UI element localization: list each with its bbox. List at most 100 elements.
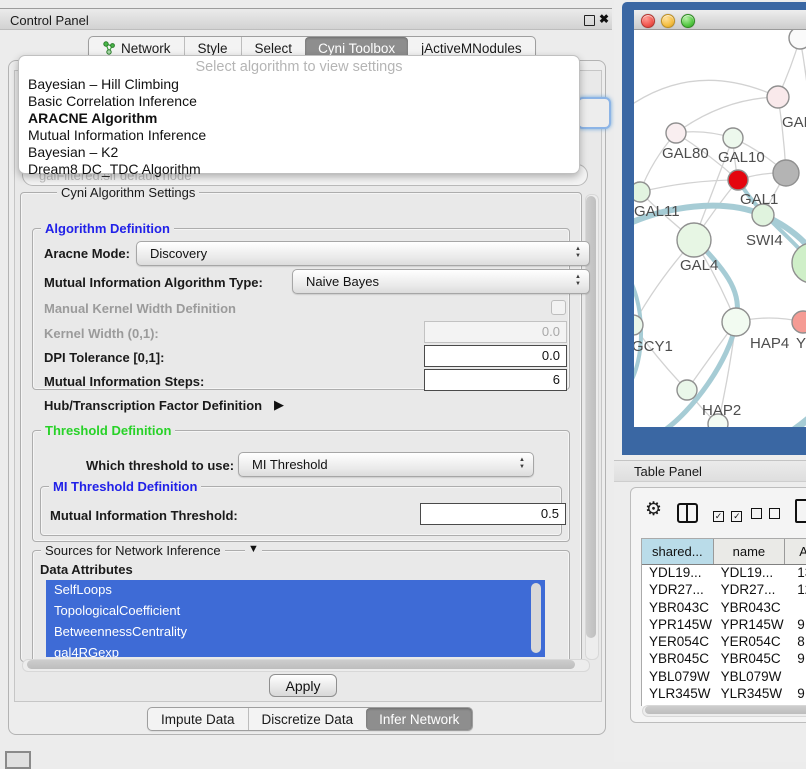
node-hap4[interactable] <box>722 308 750 336</box>
node-label: HAP2 <box>702 402 741 419</box>
attributes-vscroll-thumb[interactable] <box>531 583 541 653</box>
node-label: GAL11 <box>634 203 680 220</box>
spinner-arrows-icon: ▲▼ <box>519 457 525 471</box>
spinner-arrows-icon: ▲▼ <box>575 246 581 260</box>
list-item[interactable]: gal4RGexp <box>46 643 545 657</box>
node-large-green[interactable] <box>792 243 806 283</box>
float-window-icon[interactable] <box>584 15 595 26</box>
column-header-shared-name[interactable]: shared... <box>642 539 714 564</box>
menu-item[interactable]: Mutual Information Inference <box>19 126 579 143</box>
tab-discretize-data-label: Discretize Data <box>262 712 354 727</box>
table-panel-title: Table Panel <box>634 464 702 479</box>
apply-button[interactable]: Apply <box>269 674 337 697</box>
close-traffic-light[interactable] <box>641 14 655 28</box>
tab-infer-network[interactable]: Infer Network <box>366 708 472 730</box>
node-gray[interactable] <box>773 160 799 186</box>
mi-steps-label: Mutual Information Steps: <box>44 374 204 389</box>
minimize-traffic-light[interactable] <box>661 14 675 28</box>
table-row[interactable]: YPR145W YPR145W 9. <box>642 617 806 634</box>
control-panel-titlebar: Control Panel ✖ <box>0 8 612 30</box>
menu-item[interactable]: Bayesian – K2 <box>19 143 579 160</box>
mi-threshold-field[interactable]: 0.5 <box>420 503 566 525</box>
node-label: Y <box>796 335 806 352</box>
table-hscroll-thumb[interactable] <box>645 706 806 714</box>
tab-infer-network-label: Infer Network <box>379 712 459 727</box>
node-gal4[interactable] <box>677 223 711 257</box>
tab-impute-data[interactable]: Impute Data <box>148 708 248 730</box>
expand-down-icon[interactable]: ▼ <box>245 543 262 555</box>
network-window-titlebar[interactable] <box>634 10 806 30</box>
dpi-tolerance-field[interactable]: 0.0 <box>424 345 567 367</box>
node-gal-partial[interactable] <box>767 86 789 108</box>
mi-type-combo[interactable]: Naive Bayes ▲▼ <box>292 269 590 294</box>
list-item[interactable]: TopologicalCoefficient <box>46 601 545 622</box>
hub-definition-label[interactable]: Hub/Transcription Factor Definition <box>44 398 262 413</box>
data-attributes-label: Data Attributes <box>40 562 133 577</box>
collapse-right-icon[interactable]: ▶ <box>274 397 284 413</box>
column-header-name[interactable]: name <box>714 539 786 564</box>
table-subwindow: ⚙ ✓ ✓ shared... name A YDL19... YDL19...… <box>630 487 806 723</box>
collapsed-panel-button[interactable] <box>5 751 31 769</box>
table-row[interactable]: YBL079W YBL079W <box>642 669 806 686</box>
spinner-arrows-icon: ▲▼ <box>575 274 581 288</box>
table-row[interactable]: YBR045C YBR045C 9. <box>642 651 806 668</box>
node-table: shared... name A YDL19... YDL19... 13 YD… <box>641 538 806 706</box>
tab-impute-data-label: Impute Data <box>161 712 235 727</box>
manual-kernel-label: Manual Kernel Width Definition <box>44 301 236 316</box>
table-row[interactable]: YBR043C YBR043C <box>642 600 806 617</box>
mi-type-value: Naive Bayes <box>306 274 379 289</box>
tab-discretize-data[interactable]: Discretize Data <box>248 708 367 730</box>
select-all-checks-icon[interactable]: ✓ ✓ <box>713 506 742 524</box>
network-icon <box>102 41 116 55</box>
node-unlabeled-top[interactable] <box>789 30 806 49</box>
table-row[interactable]: YDR27... YDR27... 12 <box>642 582 806 599</box>
network-canvas[interactable]: GAL GAL80 GAL10 GAL1 GAL11 SWI4 GAL4 GCY… <box>634 30 806 427</box>
new-table-icon[interactable] <box>795 499 806 523</box>
node-gal10[interactable] <box>723 128 743 148</box>
node-gal1-selected[interactable] <box>728 170 748 190</box>
node-label: GAL4 <box>680 257 718 274</box>
manual-kernel-checkbox[interactable] <box>551 300 566 315</box>
aracne-mode-label: Aracne Mode: <box>44 246 130 261</box>
aracne-mode-value: Discovery <box>150 246 207 261</box>
algorithm-popup: Select algorithm to view settings Bayesi… <box>18 55 580 174</box>
table-row[interactable]: YDL19... YDL19... 13 <box>642 565 806 582</box>
aracne-mode-combo[interactable]: Discovery ▲▼ <box>136 241 590 266</box>
tab-select-label: Select <box>255 41 293 56</box>
threshold-definition-title: Threshold Definition <box>41 423 175 438</box>
zoom-traffic-light[interactable] <box>681 14 695 28</box>
menu-item-selected[interactable]: ARACNE Algorithm <box>19 109 579 126</box>
cyni-algorithm-settings-title: Cyni Algorithm Settings <box>57 185 199 200</box>
menu-item[interactable]: Basic Correlation Inference <box>19 92 579 109</box>
node-gal11[interactable] <box>634 182 650 202</box>
tab-network-label: Network <box>121 41 171 56</box>
node-gal80[interactable] <box>666 123 686 143</box>
list-item[interactable]: BetweennessCentrality <box>46 622 545 643</box>
sources-title: Sources for Network Inference <box>41 543 225 558</box>
mi-threshold-label: Mutual Information Threshold: <box>50 508 238 523</box>
settings-hscroll-thumb[interactable] <box>27 660 575 669</box>
kernel-width-field[interactable]: 0.0 <box>424 321 567 343</box>
menu-item[interactable]: Dream8 DC_TDC Algorithm <box>19 160 579 177</box>
which-threshold-combo[interactable]: MI Threshold ▲▼ <box>238 452 534 477</box>
node-label: GAL1 <box>740 191 778 208</box>
list-item[interactable]: SelfLoops <box>46 580 545 601</box>
split-columns-icon[interactable] <box>677 503 698 523</box>
tab-jactivemnodules-label: jActiveMNodules <box>421 41 522 56</box>
kernel-width-label: Kernel Width (0,1): <box>44 326 159 341</box>
close-icon[interactable]: ✖ <box>599 12 609 26</box>
column-header-partial[interactable]: A <box>785 539 806 564</box>
table-row[interactable]: YLR345W YLR345W 9. <box>642 686 806 703</box>
table-row[interactable]: YER054C YER054C 8. <box>642 634 806 651</box>
node-label: GAL10 <box>718 149 765 166</box>
table-panel-titlebar: Table Panel <box>614 460 806 482</box>
deselect-all-checks-icon[interactable] <box>751 506 780 524</box>
control-panel-title: Control Panel <box>10 13 89 28</box>
gear-icon[interactable]: ⚙ <box>645 500 662 519</box>
node-hap2[interactable] <box>677 380 697 400</box>
network-graph: GAL GAL80 GAL10 GAL1 GAL11 SWI4 GAL4 GCY… <box>634 30 806 427</box>
mi-steps-field[interactable]: 6 <box>424 369 567 391</box>
menu-item[interactable]: Bayesian – Hill Climbing <box>19 75 579 92</box>
node-salmon[interactable] <box>792 311 806 333</box>
node-label: GAL80 <box>662 145 709 162</box>
